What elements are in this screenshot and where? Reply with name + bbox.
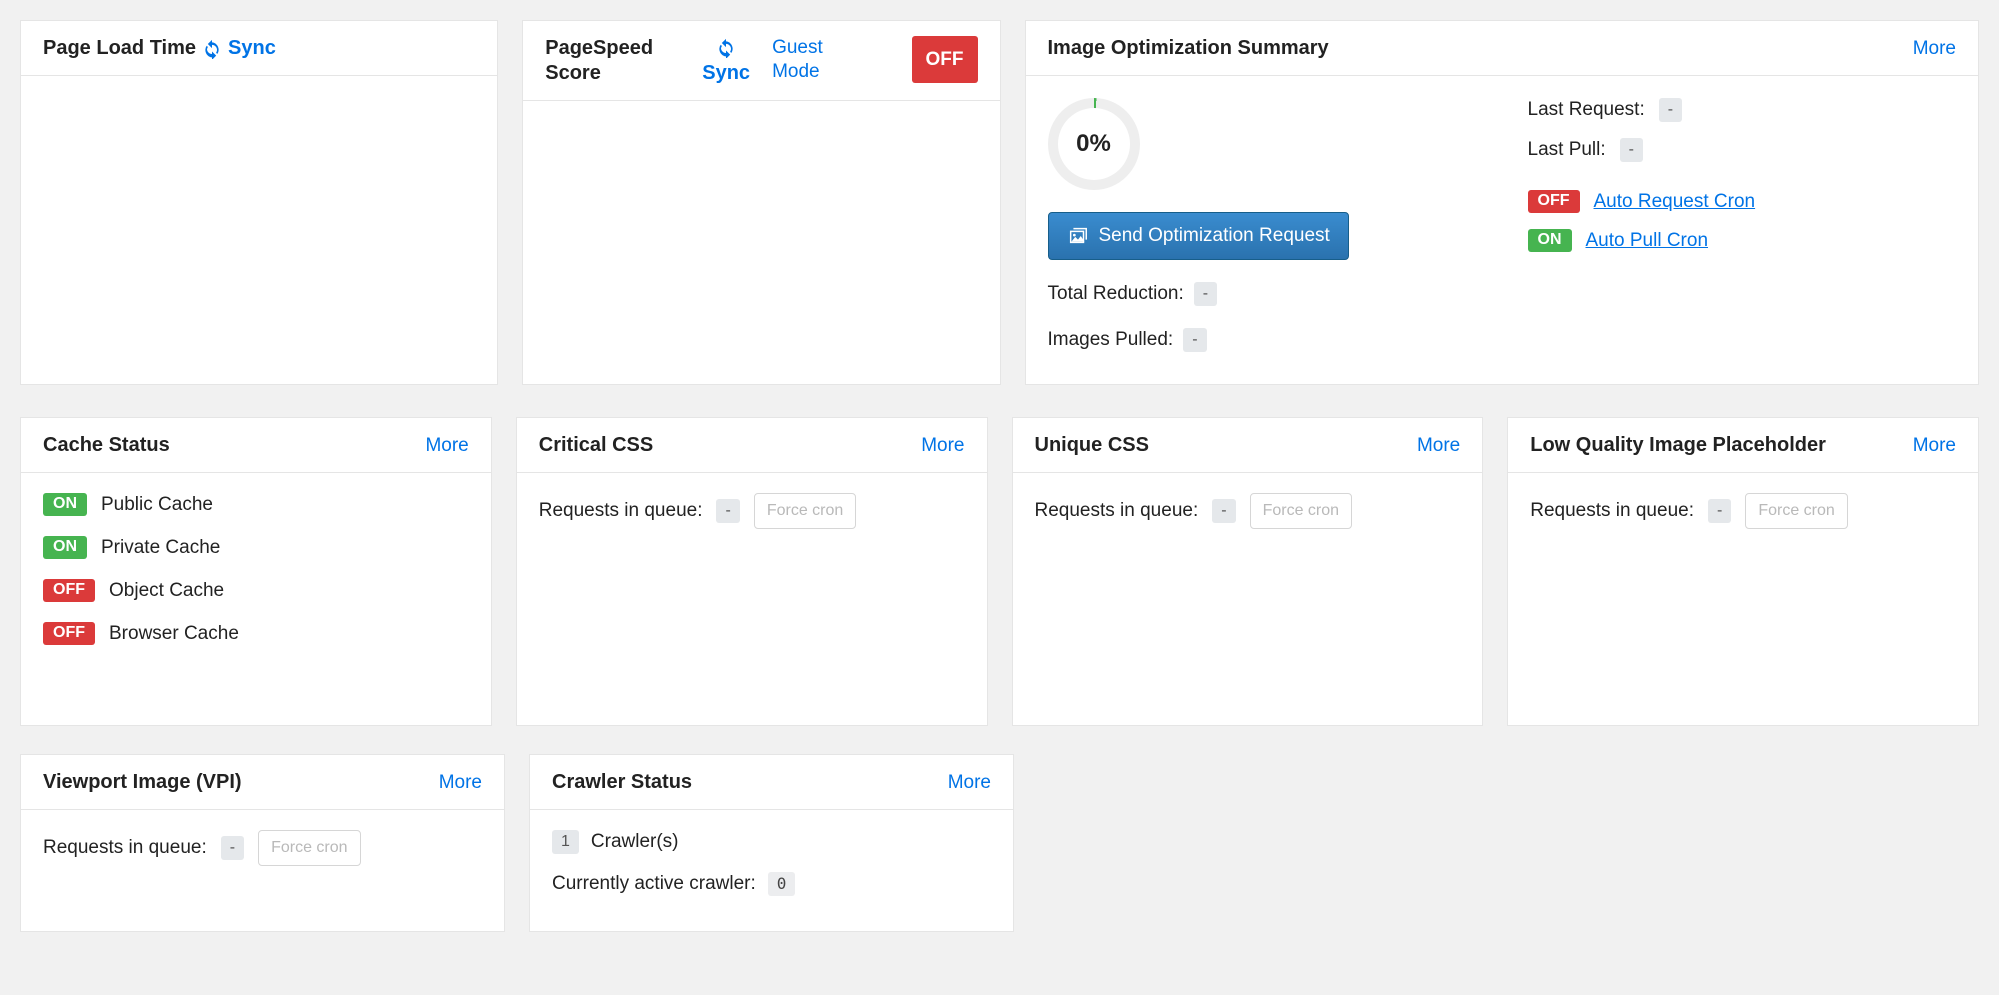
- crawler-status-card: Crawler Status More 1 Crawler(s) Current…: [529, 754, 1014, 932]
- unique-css-title: Unique CSS: [1035, 433, 1149, 458]
- image-opt-gauge-value: 0%: [1076, 130, 1111, 158]
- last-pull-label: Last Pull:: [1528, 139, 1606, 161]
- critical-css-force-cron-button[interactable]: Force cron: [754, 493, 856, 529]
- send-optimization-request-button[interactable]: Send Optimization Request: [1048, 212, 1349, 260]
- last-request-value: -: [1659, 98, 1682, 122]
- images-icon: [1067, 225, 1089, 247]
- crawlers-label: Crawler(s): [591, 831, 679, 853]
- vpi-force-cron-button[interactable]: Force cron: [258, 830, 360, 866]
- vpi-card: Viewport Image (VPI) More Requests in qu…: [20, 754, 505, 932]
- refresh-icon[interactable]: [716, 38, 736, 58]
- lqip-queue-label: Requests in queue:: [1530, 500, 1694, 522]
- browser-cache-label: Browser Cache: [109, 623, 239, 645]
- lqip-title: Low Quality Image Placeholder: [1530, 433, 1826, 458]
- critical-css-title: Critical CSS: [539, 433, 653, 458]
- pagespeed-body: [523, 101, 999, 141]
- crawler-status-more-link[interactable]: More: [948, 772, 991, 794]
- image-opt-title: Image Optimization Summary: [1048, 36, 1329, 61]
- crawlers-count: 1: [552, 830, 579, 854]
- page-load-time-card: Page Load Time Sync: [20, 20, 498, 385]
- page-load-time-body: [21, 76, 497, 386]
- cache-row-object: OFF Object Cache: [43, 579, 469, 602]
- page-load-time-header: Page Load Time Sync: [21, 21, 497, 76]
- image-opt-more-link[interactable]: More: [1913, 38, 1956, 60]
- send-optimization-request-label: Send Optimization Request: [1099, 225, 1330, 247]
- pagespeed-header: PageSpeed Score Sync Guest Mode OFF: [523, 21, 999, 101]
- refresh-icon[interactable]: [202, 39, 222, 59]
- auto-request-cron-status: OFF: [1528, 190, 1580, 213]
- auto-pull-cron-status: ON: [1528, 229, 1572, 252]
- unique-css-force-cron-button[interactable]: Force cron: [1250, 493, 1352, 529]
- image-opt-header: Image Optimization Summary More: [1026, 21, 1979, 76]
- active-crawler-value: 0: [768, 872, 796, 896]
- last-pull-value: -: [1620, 138, 1643, 162]
- cache-status-title: Cache Status: [43, 433, 170, 458]
- total-reduction-label: Total Reduction:: [1048, 283, 1184, 305]
- vpi-queue-label: Requests in queue:: [43, 837, 207, 859]
- sync-link-pageload[interactable]: Sync: [228, 37, 276, 60]
- vpi-queue-value: -: [221, 836, 244, 860]
- critical-css-queue-label: Requests in queue:: [539, 500, 703, 522]
- guest-mode-link[interactable]: Guest Mode: [772, 36, 842, 84]
- private-cache-label: Private Cache: [101, 537, 220, 559]
- pagespeed-card: PageSpeed Score Sync Guest Mode OFF: [522, 20, 1000, 385]
- image-opt-gauge: 0%: [1048, 98, 1140, 190]
- public-cache-label: Public Cache: [101, 494, 213, 516]
- unique-css-more-link[interactable]: More: [1417, 435, 1460, 457]
- public-cache-status: ON: [43, 493, 87, 516]
- critical-css-more-link[interactable]: More: [921, 435, 964, 457]
- guest-mode-status: OFF: [912, 36, 978, 83]
- browser-cache-status: OFF: [43, 622, 95, 645]
- images-pulled-label: Images Pulled:: [1048, 329, 1174, 351]
- auto-request-cron-link[interactable]: Auto Request Cron: [1594, 191, 1756, 213]
- lqip-queue-value: -: [1708, 499, 1731, 523]
- pagespeed-title: PageSpeed Score: [545, 36, 680, 86]
- total-reduction-value: -: [1194, 282, 1217, 306]
- object-cache-label: Object Cache: [109, 580, 224, 602]
- page-load-time-title: Page Load Time: [43, 36, 196, 61]
- cache-row-browser: OFF Browser Cache: [43, 622, 469, 645]
- critical-css-card: Critical CSS More Requests in queue: - F…: [516, 417, 988, 726]
- vpi-title: Viewport Image (VPI): [43, 770, 242, 795]
- unique-css-queue-label: Requests in queue:: [1035, 500, 1199, 522]
- lqip-force-cron-button[interactable]: Force cron: [1745, 493, 1847, 529]
- unique-css-card: Unique CSS More Requests in queue: - For…: [1012, 417, 1484, 726]
- unique-css-queue-value: -: [1212, 499, 1235, 523]
- vpi-more-link[interactable]: More: [439, 772, 482, 794]
- object-cache-status: OFF: [43, 579, 95, 602]
- active-crawler-label: Currently active crawler:: [552, 873, 756, 895]
- private-cache-status: ON: [43, 536, 87, 559]
- cache-row-private: ON Private Cache: [43, 536, 469, 559]
- image-optimization-card: Image Optimization Summary More 0% Send …: [1025, 20, 1980, 385]
- last-request-label: Last Request:: [1528, 99, 1645, 121]
- critical-css-queue-value: -: [716, 499, 739, 523]
- sync-link-pagespeed[interactable]: Sync: [702, 62, 750, 85]
- images-pulled-value: -: [1183, 328, 1206, 352]
- crawler-status-title: Crawler Status: [552, 770, 692, 795]
- auto-pull-cron-link[interactable]: Auto Pull Cron: [1586, 230, 1709, 252]
- cache-status-more-link[interactable]: More: [425, 435, 468, 457]
- cache-status-card: Cache Status More ON Public Cache ON Pri…: [20, 417, 492, 726]
- cache-row-public: ON Public Cache: [43, 493, 469, 516]
- lqip-card: Low Quality Image Placeholder More Reque…: [1507, 417, 1979, 726]
- lqip-more-link[interactable]: More: [1913, 435, 1956, 457]
